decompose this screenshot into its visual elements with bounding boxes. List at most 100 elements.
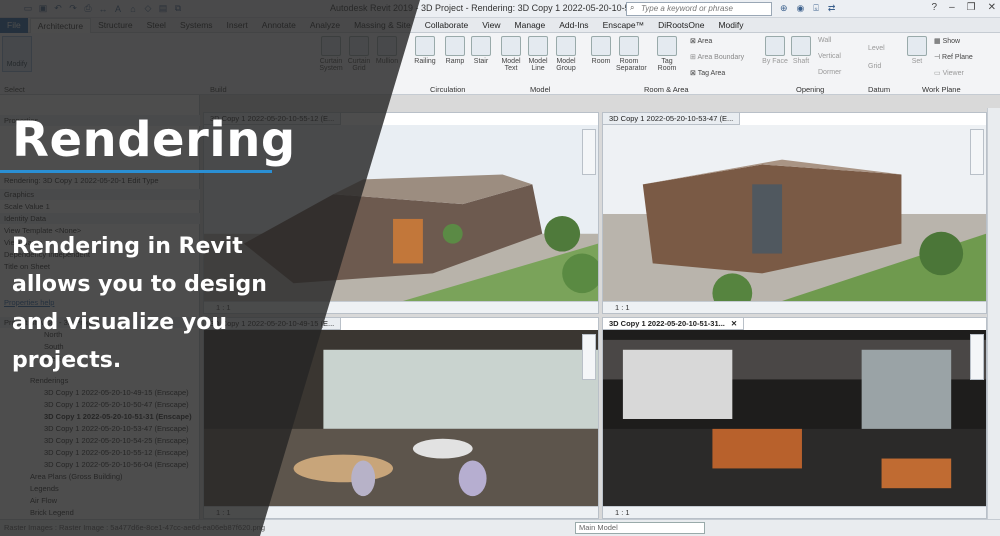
- browser-item-area-plans[interactable]: Area Plans (Gross Building): [0, 471, 200, 482]
- viewer-button[interactable]: ▭ Viewer: [934, 69, 964, 77]
- modify-button[interactable]: Modify: [2, 36, 32, 72]
- tag-area-button[interactable]: ⊠ Tag Area: [690, 69, 725, 77]
- binoculars-icon[interactable]: ⊕: [780, 3, 788, 14]
- model-line-button[interactable]: Model Line: [525, 36, 551, 72]
- tab-massing-site[interactable]: Massing & Site: [347, 18, 418, 33]
- ref-plane-button[interactable]: ⊣ Ref Plane: [934, 53, 973, 61]
- restore-icon[interactable]: ❐: [967, 2, 976, 13]
- exchange-icon[interactable]: ⇄: [828, 3, 836, 14]
- open-icon[interactable]: ▭: [22, 3, 34, 14]
- grid-button[interactable]: Grid: [868, 63, 881, 70]
- tab-enscape[interactable]: Enscape™: [596, 18, 652, 33]
- section-icon[interactable]: ◇: [142, 3, 154, 14]
- tab-add-ins[interactable]: Add-Ins: [552, 18, 595, 33]
- by-face-button[interactable]: By Face: [762, 36, 788, 65]
- undo-icon[interactable]: ↶: [52, 3, 64, 14]
- right-scroll-area[interactable]: [987, 108, 1000, 519]
- viewport-3d-51-31[interactable]: 3D Copy 1 2022-05-20-10-51-31... ✕ 1 : 1: [602, 317, 987, 519]
- measure-icon[interactable]: ↔: [97, 4, 109, 14]
- print-icon[interactable]: ⎙: [82, 3, 94, 14]
- tab-view[interactable]: View: [475, 18, 507, 33]
- set-button[interactable]: Set: [904, 36, 930, 65]
- panel-label-select[interactable]: Select: [4, 85, 25, 94]
- level-label: Level: [868, 45, 885, 52]
- tab-modify[interactable]: Modify: [711, 18, 750, 33]
- view-scale[interactable]: 1 : 1: [204, 506, 598, 518]
- navigation-bar[interactable]: [582, 129, 596, 175]
- model-group-button[interactable]: Model Group: [553, 36, 579, 72]
- panel-label-room-area[interactable]: Room & Area: [644, 85, 689, 94]
- 3d-view-icon[interactable]: ⌂: [127, 4, 139, 14]
- opening-wall-button[interactable]: Wall: [818, 37, 831, 44]
- close-hidden-icon[interactable]: ▤: [157, 3, 169, 14]
- tag-room-icon: [657, 36, 677, 56]
- help-icon[interactable]: ?: [932, 2, 938, 13]
- browser-item-air-flow[interactable]: Air Flow: [0, 495, 200, 506]
- browser-item-render-4[interactable]: 3D Copy 1 2022-05-20-10-53-47 (Enscape): [0, 423, 200, 434]
- browser-item-render-6[interactable]: 3D Copy 1 2022-05-20-10-55-12 (Enscape): [0, 447, 200, 458]
- tab-systems[interactable]: Systems: [173, 18, 220, 33]
- tab-structure[interactable]: Structure: [91, 18, 140, 33]
- tab-manage[interactable]: Manage: [508, 18, 553, 33]
- navigation-bar[interactable]: [970, 334, 984, 380]
- browser-item-render-5[interactable]: 3D Copy 1 2022-05-20-10-54-25 (Enscape): [0, 435, 200, 446]
- area-button[interactable]: ⊠ Area: [690, 37, 712, 45]
- mullion-button[interactable]: Mullion: [374, 36, 400, 65]
- browser-item-render-3[interactable]: 3D Copy 1 2022-05-20-10-51-31 (Enscape): [0, 411, 200, 422]
- vertical-button[interactable]: Vertical: [818, 53, 841, 60]
- room-icon: [591, 36, 611, 56]
- navigation-bar[interactable]: [582, 334, 596, 380]
- dormer-button[interactable]: Dormer: [818, 69, 841, 76]
- identity-data-group[interactable]: Identity Data: [0, 213, 200, 224]
- close-icon[interactable]: ✕: [988, 2, 996, 13]
- viewport-tab-active[interactable]: 3D Copy 1 2022-05-20-10-51-31... ✕: [603, 318, 745, 330]
- tab-collaborate[interactable]: Collaborate: [418, 18, 475, 33]
- model-text-button[interactable]: Model Text: [498, 36, 524, 72]
- tag-room-button[interactable]: Tag Room: [654, 36, 680, 72]
- browser-item-render-7[interactable]: 3D Copy 1 2022-05-20-10-56-04 (Enscape): [0, 459, 200, 470]
- stair-button[interactable]: Stair: [468, 36, 494, 65]
- railing-button[interactable]: Railing: [412, 36, 438, 65]
- room-separator-button[interactable]: Room Separator: [616, 36, 647, 72]
- scale-value-value[interactable]: 1: [46, 202, 50, 211]
- redo-icon[interactable]: ↷: [67, 3, 79, 14]
- shaft-button[interactable]: Shaft: [788, 36, 814, 65]
- main-model-select[interactable]: Main Model: [575, 522, 705, 534]
- curtain-system-button[interactable]: Curtain System: [318, 36, 344, 72]
- tab-insert[interactable]: Insert: [220, 18, 255, 33]
- tab-file[interactable]: File: [0, 17, 28, 33]
- viewport-3d-53-47[interactable]: 3D Copy 1 2022-05-20-10-53-47 (E... 1 : …: [602, 112, 987, 314]
- edit-type-button[interactable]: Edit Type: [127, 176, 158, 185]
- room-button[interactable]: Room: [588, 36, 614, 65]
- room-separator-label: Room Separator: [616, 58, 647, 72]
- navigation-bar[interactable]: [970, 129, 984, 175]
- user-icon[interactable]: ◉: [797, 3, 805, 14]
- tab-analyze[interactable]: Analyze: [303, 18, 347, 33]
- properties-type-row[interactable]: Rendering: 3D Copy 1 2022-05-20-1 Edit T…: [0, 175, 200, 186]
- text-icon[interactable]: A: [112, 4, 124, 14]
- save-icon[interactable]: ▣: [37, 3, 49, 14]
- browser-item-render-1[interactable]: 3D Copy 1 2022-05-20-10-49-15 (Enscape): [0, 387, 200, 398]
- cart-icon[interactable]: ⌺: [813, 3, 818, 14]
- tab-steel[interactable]: Steel: [140, 18, 173, 33]
- level-button[interactable]: Level: [868, 45, 885, 52]
- browser-item-legends[interactable]: Legends: [0, 483, 200, 494]
- browser-item-render-2[interactable]: 3D Copy 1 2022-05-20-10-50-47 (Enscape): [0, 399, 200, 410]
- view-scale[interactable]: 1 : 1: [603, 301, 986, 313]
- close-view-icon[interactable]: ✕: [731, 319, 737, 328]
- viewport-tab[interactable]: 3D Copy 1 2022-05-20-10-53-47 (E...: [603, 113, 741, 125]
- area-boundary-button[interactable]: ⊞ Area Boundary: [690, 53, 744, 61]
- tab-dirootsone[interactable]: DiRootsOne: [651, 18, 711, 33]
- view-scale[interactable]: 1 : 1: [603, 506, 986, 518]
- browser-item-brick-legend[interactable]: Brick Legend: [0, 507, 200, 518]
- tab-architecture[interactable]: Architecture: [29, 17, 92, 33]
- tab-annotate[interactable]: Annotate: [255, 18, 303, 33]
- model-group-label: Model Group: [556, 58, 576, 72]
- ramp-button[interactable]: Ramp: [442, 36, 468, 65]
- search-input[interactable]: ⌕ Type a keyword or phrase: [626, 2, 772, 16]
- show-button[interactable]: ▦ Show: [934, 37, 960, 45]
- curtain-grid-button[interactable]: Curtain Grid: [346, 36, 372, 72]
- switch-windows-icon[interactable]: ⧉: [172, 3, 184, 14]
- graphics-group[interactable]: Graphics: [0, 189, 200, 200]
- minimize-icon[interactable]: –: [949, 2, 955, 13]
